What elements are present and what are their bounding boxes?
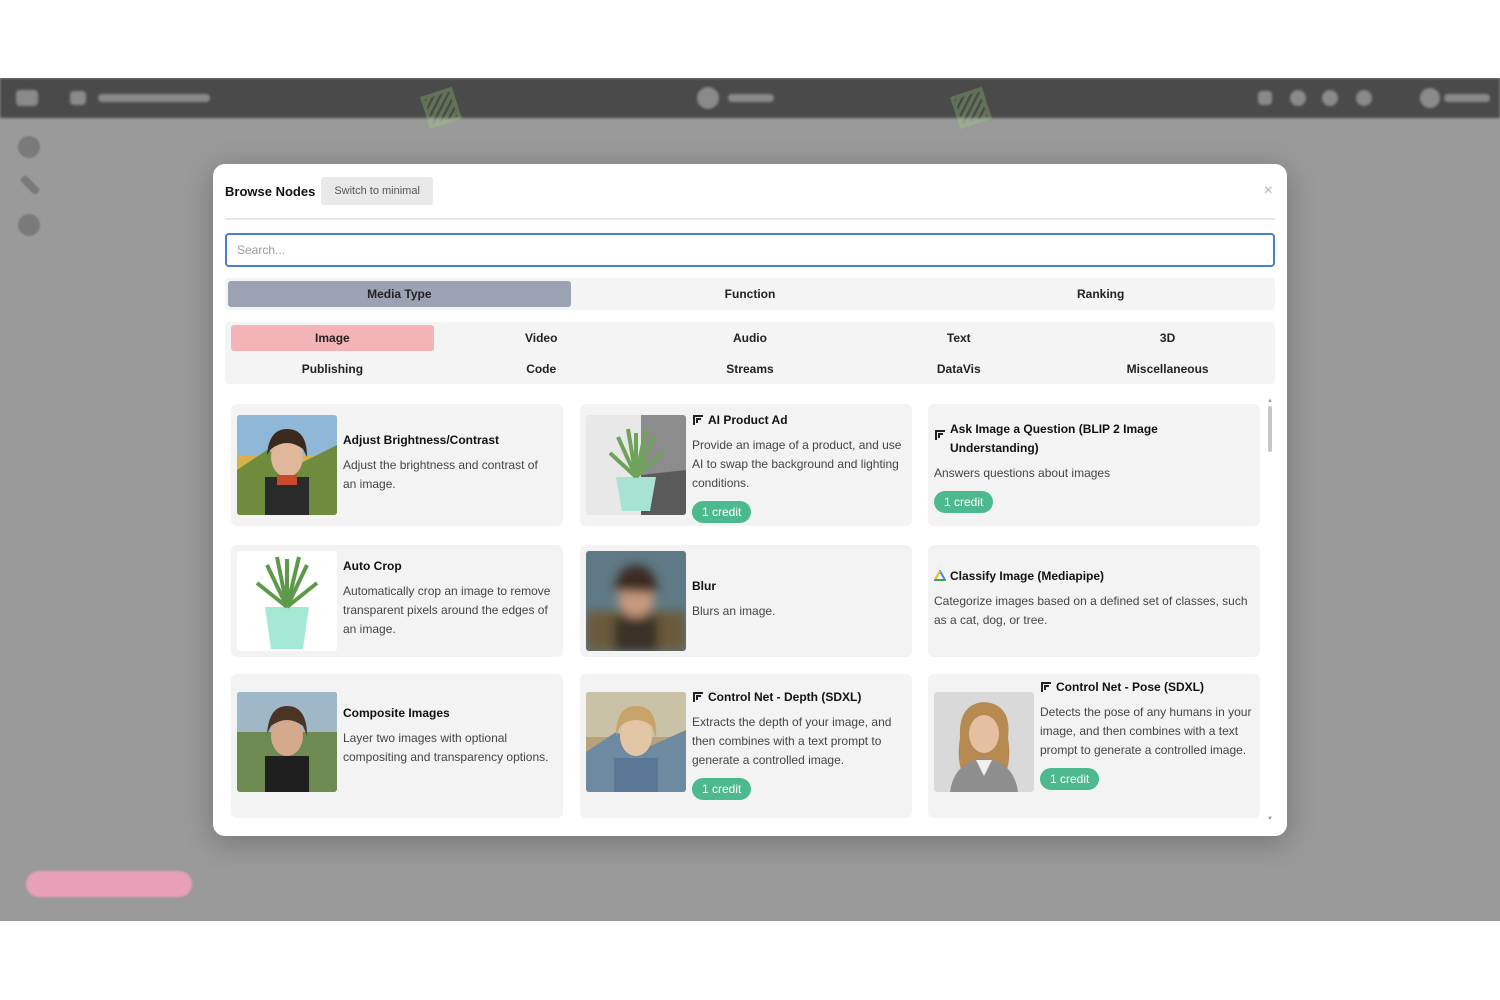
category-video[interactable]: Video — [440, 325, 643, 351]
node-description: Provide an image of a product, and use A… — [692, 438, 902, 490]
credit-badge: 1 credit — [934, 491, 994, 513]
switch-to-minimal-button[interactable]: Switch to minimal — [321, 177, 433, 205]
comfy-icon — [935, 430, 945, 440]
node-thumbnail — [237, 551, 337, 651]
node-card[interactable]: Auto Crop Automatically crop an image to… — [231, 545, 563, 657]
node-card[interactable]: Classify Image (Mediapipe) Categorize im… — [928, 545, 1260, 657]
app-topbar — [0, 78, 1500, 118]
sidebar-eraser-icon[interactable] — [18, 214, 40, 236]
node-grid: Adjust Brightness/Contrast Adjust the br… — [231, 402, 1265, 818]
node-title: AI Product Ad — [692, 411, 904, 430]
category-miscellaneous[interactable]: Miscellaneous — [1066, 356, 1269, 382]
node-description: Automatically crop an image to remove tr… — [343, 584, 551, 636]
node-description: Answers questions about images — [934, 466, 1111, 480]
tab-function[interactable]: Function — [579, 281, 922, 307]
category-text[interactable]: Text — [857, 325, 1060, 351]
comfy-icon — [693, 415, 703, 425]
browse-nodes-modal: Browse Nodes Switch to minimal × Media T… — [213, 164, 1287, 836]
node-description: Blurs an image. — [692, 604, 776, 618]
category-datavis[interactable]: DataVis — [857, 356, 1060, 382]
node-title: Control Net - Pose (SDXL) — [1040, 678, 1254, 697]
node-card[interactable]: Composite Images Layer two images with o… — [231, 674, 563, 818]
node-description: Layer two images with optional compositi… — [343, 731, 549, 764]
node-grid-scrollbar[interactable]: ▲ ▼ — [1267, 398, 1273, 822]
node-title: Adjust Brightness/Contrast — [343, 433, 500, 447]
node-title: Auto Crop — [343, 559, 402, 573]
category-3d[interactable]: 3D — [1066, 325, 1269, 351]
node-title: Control Net - Depth (SDXL) — [692, 688, 904, 707]
sidebar-settings-icon[interactable] — [18, 136, 40, 158]
node-thumbnail — [586, 551, 686, 651]
node-card[interactable]: Blur Blurs an image. — [580, 545, 912, 657]
node-description: Adjust the brightness and contrast of an… — [343, 458, 538, 491]
close-icon[interactable]: × — [1264, 182, 1273, 200]
node-thumbnail — [237, 692, 337, 792]
node-thumbnail — [586, 692, 686, 792]
node-description: Categorize images based on a defined set… — [934, 594, 1248, 627]
node-title: Composite Images — [343, 706, 450, 720]
category-image[interactable]: Image — [231, 325, 434, 351]
search-input[interactable] — [225, 233, 1275, 267]
node-title: Blur — [692, 579, 716, 593]
node-thumbnail — [237, 415, 337, 515]
category-audio[interactable]: Audio — [649, 325, 852, 351]
modal-header: Browse Nodes Switch to minimal — [225, 176, 433, 206]
node-title: Classify Image (Mediapipe) — [934, 567, 1254, 586]
node-card[interactable]: Control Net - Depth (SDXL) Extracts the … — [580, 674, 912, 818]
node-thumbnail — [586, 415, 686, 515]
category-streams[interactable]: Streams — [649, 356, 852, 382]
node-card[interactable]: Adjust Brightness/Contrast Adjust the br… — [231, 404, 563, 526]
tab-media-type[interactable]: Media Type — [228, 281, 571, 307]
tab-bar: Media Type Function Ranking — [225, 278, 1275, 310]
node-description: Extracts the depth of your image, and th… — [692, 715, 892, 767]
google-icon — [934, 570, 946, 581]
node-card[interactable]: Ask Image a Question (BLIP 2 Image Under… — [928, 404, 1260, 526]
comfy-icon — [1041, 682, 1051, 692]
modal-title: Browse Nodes — [225, 183, 316, 199]
tab-ranking[interactable]: Ranking — [929, 281, 1272, 307]
scroll-thumb[interactable] — [1268, 406, 1272, 452]
node-card[interactable]: Control Net - Pose (SDXL) Detects the po… — [928, 674, 1260, 818]
comfy-icon — [693, 692, 703, 702]
scroll-up-icon[interactable]: ▲ — [1267, 398, 1273, 404]
credit-badge: 1 credit — [692, 778, 752, 800]
node-title: Ask Image a Question (BLIP 2 Image Under… — [934, 420, 1254, 458]
sidebar-pencil-icon[interactable] — [19, 174, 41, 196]
category-filter: Image Video Audio Text 3D Publishing Cod… — [225, 322, 1275, 384]
credit-badge: 1 credit — [692, 501, 752, 523]
node-thumbnail — [934, 692, 1034, 792]
feedback-pill[interactable] — [26, 871, 192, 897]
header-divider — [225, 218, 1275, 220]
credit-badge: 1 credit — [1040, 768, 1100, 790]
category-code[interactable]: Code — [440, 356, 643, 382]
category-publishing[interactable]: Publishing — [231, 356, 434, 382]
node-card[interactable]: AI Product Ad Provide an image of a prod… — [580, 404, 912, 526]
node-description: Detects the pose of any humans in your i… — [1040, 705, 1252, 757]
scroll-down-icon[interactable]: ▼ — [1267, 816, 1273, 822]
